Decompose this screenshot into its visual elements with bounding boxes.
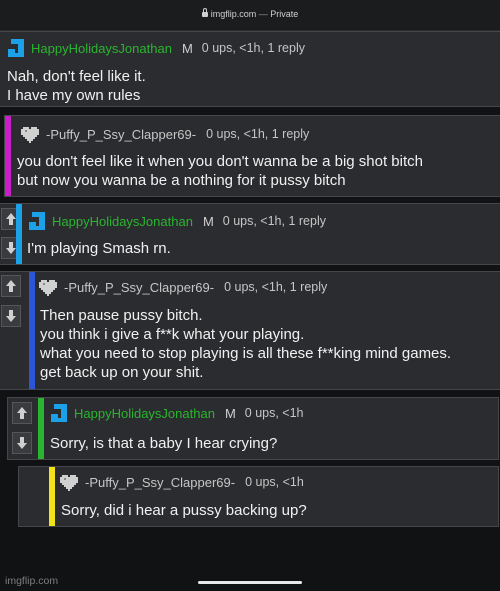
comment-line: Sorry, did i hear a pussy backing up? [61, 502, 307, 519]
nesting-bar [5, 116, 11, 196]
url-text: imgflip.com [210, 9, 257, 19]
comment-text: I'm playing Smash rn. [27, 239, 171, 258]
blue-j-icon[interactable] [6, 38, 26, 58]
comment: HappyHolidaysJonathan M 0 ups, <1h, 1 re… [0, 203, 500, 265]
home-indicator[interactable] [198, 581, 302, 584]
upvote-button[interactable] [12, 402, 32, 424]
comment-line: what you need to stop playing is all the… [40, 345, 452, 362]
username-link[interactable]: -Puffy_P_Ssy_Clapper69- [46, 127, 196, 142]
nesting-bar [29, 272, 35, 389]
comment-meta: 0 ups, <1h [245, 475, 304, 489]
blue-j-icon[interactable] [27, 211, 47, 231]
down-arrow-icon [17, 437, 27, 449]
comment: -Puffy_P_Ssy_Clapper69- 0 ups, <1h, 1 re… [0, 271, 500, 390]
comment-meta: 0 ups, <1h, 1 reply [222, 214, 326, 228]
lock-icon [201, 8, 208, 17]
comment: -Puffy_P_Ssy_Clapper69- 0 ups, <1h, 1 re… [4, 115, 500, 197]
pixel-heart-icon[interactable] [21, 124, 41, 144]
nesting-bar [16, 204, 22, 264]
browser-address-bar[interactable]: imgflip.com — Private [0, 0, 500, 31]
comment-line: but now you wanna be a nothing for it pu… [17, 172, 346, 189]
imgflip-watermark: imgflip.com [5, 575, 59, 587]
comment: HappyHolidaysJonathan M 0 ups, <1h, 1 re… [0, 31, 500, 107]
up-arrow-icon [17, 407, 27, 419]
username-link[interactable]: HappyHolidaysJonathan [74, 406, 215, 421]
mod-badge: M [181, 40, 193, 56]
mod-badge: M [202, 213, 214, 229]
privacy-label: Private [270, 9, 299, 19]
comment-meta: 0 ups, <1h [244, 406, 304, 420]
comment-text: Then pause pussy bitch. you think i give… [40, 306, 451, 382]
comment-line: you think i give a f**k what your playin… [40, 326, 305, 343]
upvote-button[interactable] [1, 275, 21, 297]
pixel-heart-icon[interactable] [60, 472, 80, 492]
comment-line: I have my own rules [7, 87, 141, 104]
up-arrow-icon [6, 280, 16, 292]
username-link[interactable]: HappyHolidaysJonathan [31, 41, 172, 56]
vote-column [0, 272, 23, 389]
comment-meta: 0 ups, <1h, 1 reply [224, 280, 328, 294]
mod-badge: M [224, 405, 236, 421]
comment: HappyHolidaysJonathan M 0 ups, <1h Sorry… [7, 397, 499, 460]
username-link[interactable]: -Puffy_P_Ssy_Clapper69- [85, 475, 235, 490]
username-link[interactable]: HappyHolidaysJonathan [52, 214, 193, 229]
comment-meta: 0 ups, <1h, 1 reply [201, 41, 305, 55]
url-separator: — [258, 9, 268, 19]
comment-line: Then pause pussy bitch. [40, 307, 203, 324]
downvote-button[interactable] [12, 432, 32, 454]
comment-line: get back up on your shit. [40, 364, 204, 381]
nesting-bar [49, 467, 55, 526]
pixel-heart-icon[interactable] [39, 277, 59, 297]
blue-j-icon[interactable] [49, 403, 69, 423]
vote-column [10, 398, 34, 459]
comment: -Puffy_P_Ssy_Clapper69- 0 ups, <1h Sorry… [18, 466, 499, 527]
comment-line: Sorry, is that a baby I hear crying? [50, 435, 278, 452]
nesting-bar [38, 398, 44, 459]
comment-text: you don't feel like it when you don't wa… [17, 152, 423, 190]
comment-text: Sorry, did i hear a pussy backing up? [61, 501, 307, 520]
downvote-button[interactable] [1, 305, 21, 327]
comment-line: you don't feel like it when you don't wa… [17, 153, 423, 170]
comment-text: Sorry, is that a baby I hear crying? [50, 434, 277, 453]
comment-text: Nah, don't feel like it. I have my own r… [7, 67, 146, 105]
comment-line: Nah, don't feel like it. [7, 68, 146, 85]
comment-line: I'm playing Smash rn. [27, 240, 171, 257]
url-display[interactable]: imgflip.com — Private [0, 8, 500, 19]
username-link[interactable]: -Puffy_P_Ssy_Clapper69- [64, 280, 214, 295]
comment-meta: 0 ups, <1h, 1 reply [206, 127, 310, 141]
down-arrow-icon [6, 310, 16, 322]
